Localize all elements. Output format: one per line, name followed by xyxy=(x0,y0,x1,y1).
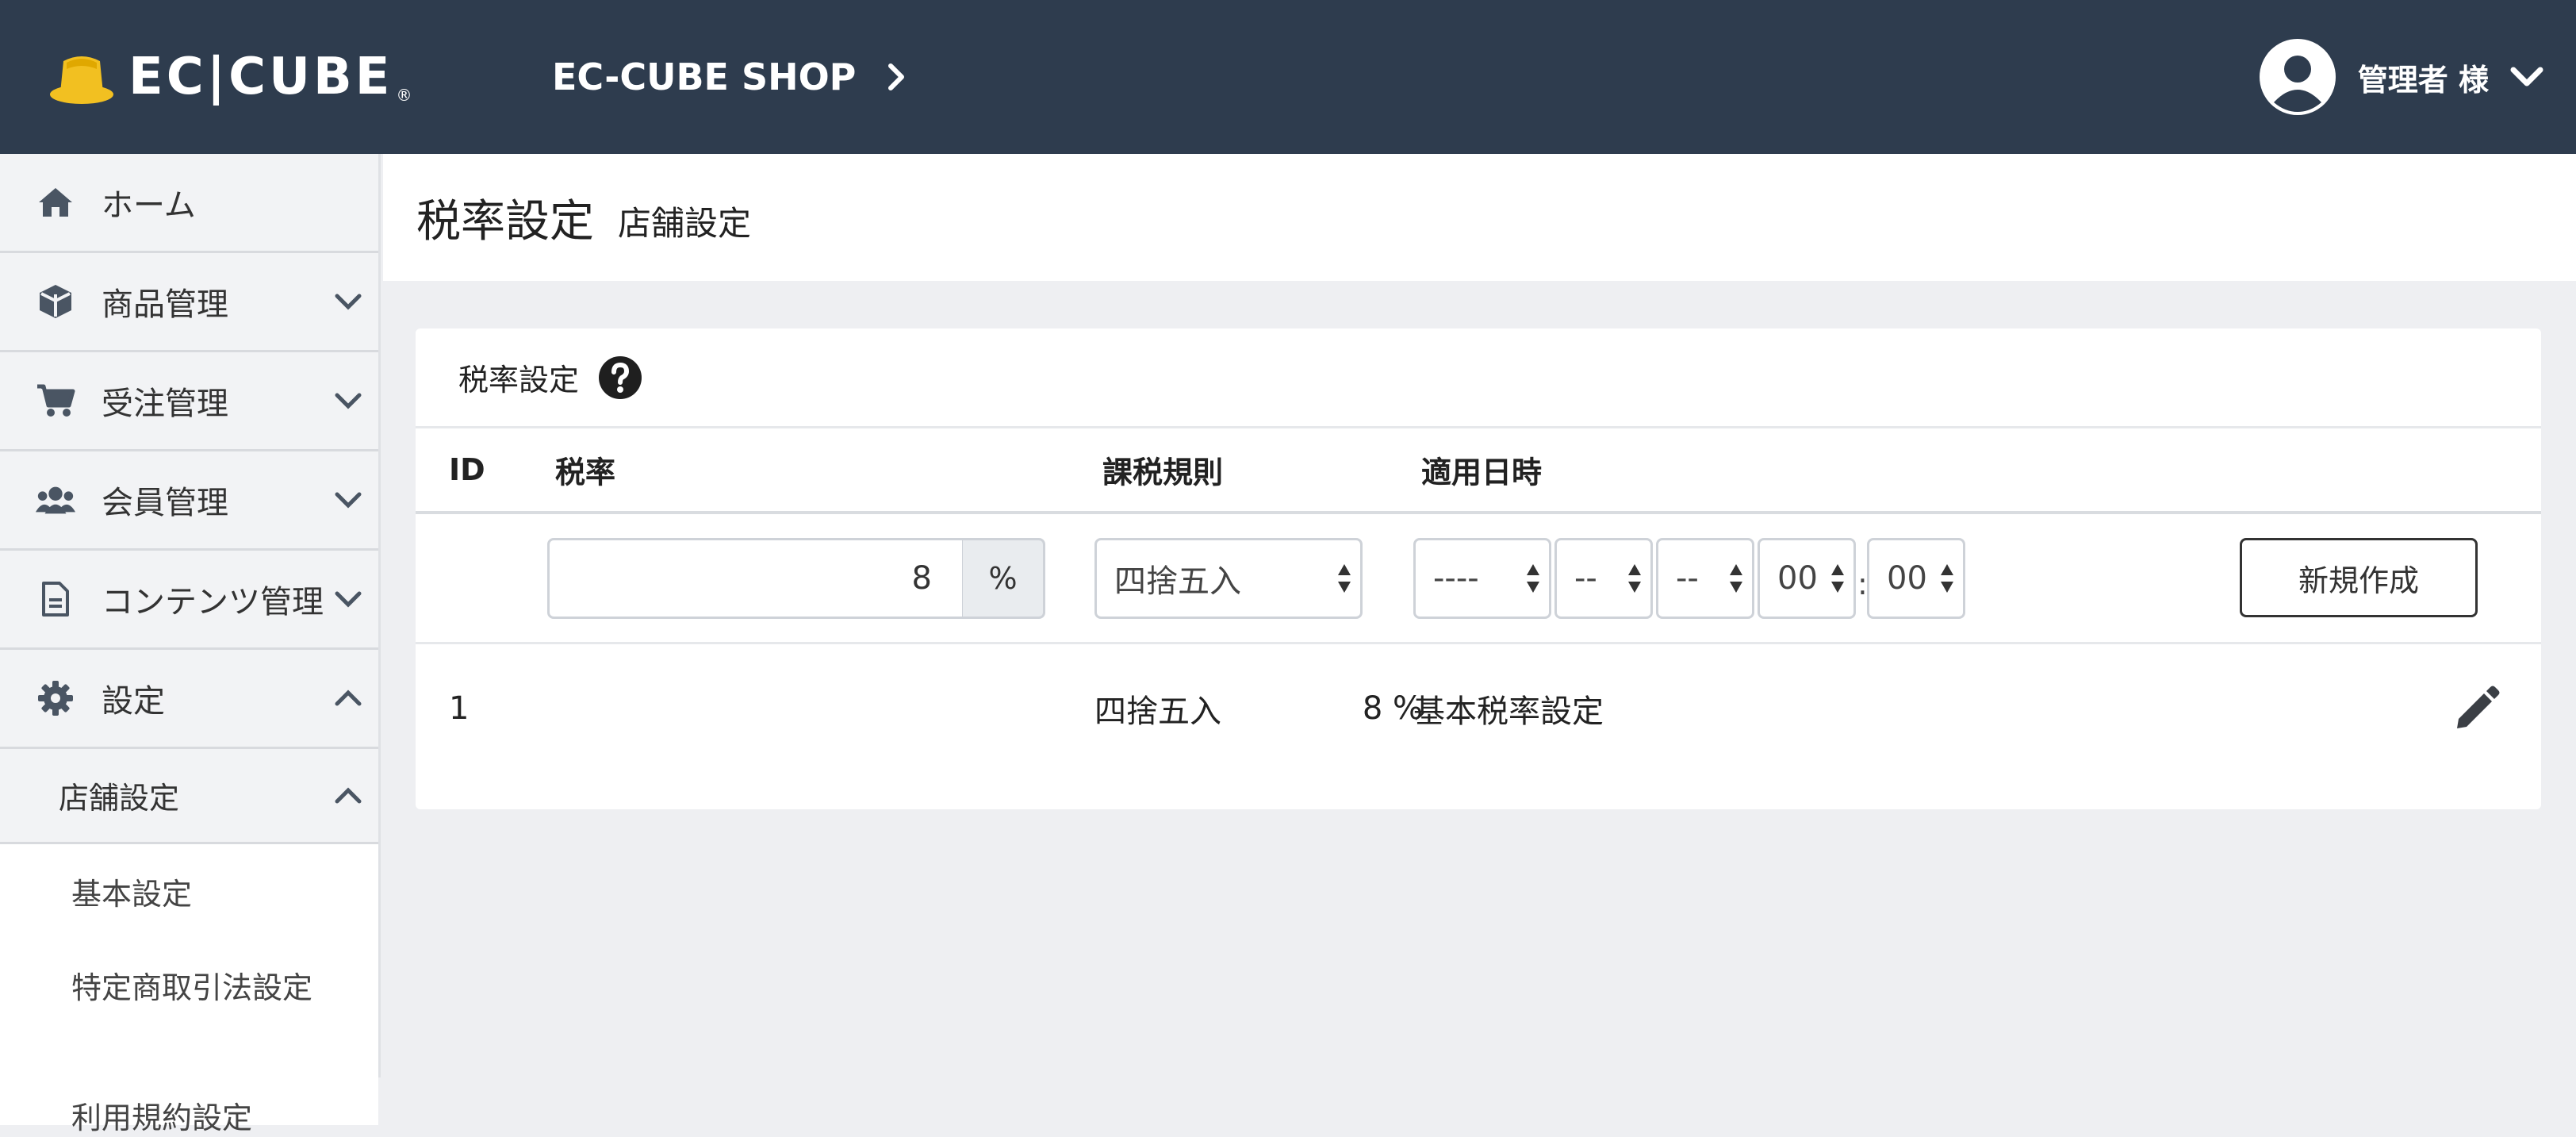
file-icon xyxy=(35,578,76,620)
row-applied: 基本税率設定 xyxy=(1413,693,1604,730)
shop-link[interactable]: EC-CUBE SHOP xyxy=(552,49,905,105)
row-rule: 四捨五入 xyxy=(1094,693,1221,730)
month-value: -- xyxy=(1574,560,1597,597)
sidebar-item-settings[interactable]: 設定 xyxy=(0,650,378,749)
tax-rate-unit: % xyxy=(963,538,1045,619)
select-arrows-icon xyxy=(1628,564,1641,593)
sidebar-item-label: 基本設定 xyxy=(71,876,193,912)
sidebar-item-contents[interactable]: コンテンツ管理 xyxy=(0,551,378,650)
chevron-down-icon xyxy=(335,492,362,509)
select-arrows-icon xyxy=(1941,564,1953,593)
page-title-bar: 税率設定 店舗設定 xyxy=(383,154,2576,281)
shop-name: EC-CUBE SHOP xyxy=(552,56,857,98)
cart-icon xyxy=(35,380,76,421)
user-name: 管理者 様 xyxy=(2357,62,2489,98)
gear-icon xyxy=(35,678,76,719)
sidebar-item-label: コンテンツ管理 xyxy=(102,584,324,620)
select-arrows-icon xyxy=(1338,564,1351,593)
time-separator: : xyxy=(1857,567,1868,601)
select-arrows-icon xyxy=(1730,564,1742,593)
sidebar-item-basic-settings[interactable]: 基本設定 xyxy=(0,844,378,938)
card-header: 税率設定 xyxy=(416,328,2541,428)
year-value: ---- xyxy=(1433,560,1479,597)
hour-select[interactable]: 00 xyxy=(1758,538,1856,619)
minute-value: 00 xyxy=(1887,560,1927,597)
sidebar-item-label: 会員管理 xyxy=(102,485,228,521)
user-menu[interactable]: 管理者 様 xyxy=(2258,33,2544,121)
day-value: -- xyxy=(1676,560,1699,597)
chevron-down-icon xyxy=(335,591,362,608)
top-header: EC|CUBE ® EC-CUBE SHOP 管理者 様 xyxy=(0,0,2576,154)
table-row: 1 8 % 四捨五入 基本税率設定 xyxy=(416,644,2541,773)
create-button[interactable]: 新規作成 xyxy=(2240,538,2478,617)
logo-text: EC|CUBE xyxy=(128,48,393,106)
minute-select[interactable]: 00 xyxy=(1867,538,1965,619)
page-subtitle: 店舗設定 xyxy=(618,203,752,243)
column-header-rule: 課税規則 xyxy=(1102,455,1224,490)
chevron-up-icon xyxy=(335,689,362,706)
hour-value: 00 xyxy=(1777,560,1818,597)
sidebar-item-label: 受注管理 xyxy=(102,386,228,422)
cube-hat-icon xyxy=(50,56,113,104)
sidebar-item-terms[interactable]: 利用規約設定 xyxy=(0,1031,378,1135)
sidebar-item-label: 商品管理 xyxy=(102,286,228,323)
sidebar-item-label: ホーム xyxy=(102,187,196,224)
edit-pencil-icon[interactable] xyxy=(2452,684,2501,733)
new-tax-rule-form: % 四捨五入 ---- -- -- 00 : 00 新規作成 xyxy=(416,514,2541,644)
sidebar-subgroup-shop-settings[interactable]: 店舗設定 xyxy=(0,749,378,844)
sidebar-item-commerce-law[interactable]: 特定商取引法設定 xyxy=(0,938,378,1031)
home-icon xyxy=(35,182,76,223)
sidebar-item-products[interactable]: 商品管理 xyxy=(0,253,378,352)
ec-cube-logo[interactable]: EC|CUBE ® xyxy=(46,41,412,113)
sidebar-item-members[interactable]: 会員管理 xyxy=(0,451,378,551)
month-select[interactable]: -- xyxy=(1554,538,1653,619)
chevron-up-icon xyxy=(335,786,362,803)
rounding-rule-select[interactable]: 四捨五入 xyxy=(1094,538,1363,619)
rounding-rule-value: 四捨五入 xyxy=(1114,563,1241,600)
users-icon xyxy=(35,479,76,520)
column-header-date: 適用日時 xyxy=(1421,455,1543,490)
select-arrows-icon xyxy=(1831,564,1844,593)
sidebar-item-orders[interactable]: 受注管理 xyxy=(0,352,378,451)
year-select[interactable]: ---- xyxy=(1413,538,1551,619)
chevron-down-icon xyxy=(2510,67,2543,86)
sidebar-item-label: 設定 xyxy=(102,683,165,720)
tax-rate-input[interactable] xyxy=(547,538,964,619)
sidebar-item-label: 利用規約設定 xyxy=(71,1101,253,1135)
page-title: 税率設定 xyxy=(416,195,594,248)
column-header-rate: 税率 xyxy=(555,455,616,490)
table-header: ID 税率 課税規則 適用日時 xyxy=(416,428,2541,514)
column-header-id: ID xyxy=(449,452,485,487)
tax-rate-card: 税率設定 ID 税率 課税規則 適用日時 % 四捨五入 ---- -- xyxy=(416,328,2541,809)
sidebar-subgroup-label: 店舗設定 xyxy=(59,781,180,816)
help-icon[interactable] xyxy=(598,355,642,400)
sidebar-item-label: 特定商取引法設定 xyxy=(71,970,313,1005)
user-avatar-icon xyxy=(2259,39,2336,115)
day-select[interactable]: -- xyxy=(1656,538,1754,619)
sidebar-item-home[interactable]: ホーム xyxy=(0,154,378,253)
logo-registered-mark: ® xyxy=(396,86,412,105)
select-arrows-icon xyxy=(1527,564,1539,593)
sidebar: ホーム 商品管理 受注管理 会員管理 コンテンツ管理 設定 店舗設定 基本設定 … xyxy=(0,154,381,1135)
chevron-down-icon xyxy=(335,393,362,409)
chevron-right-icon xyxy=(888,63,905,90)
card-title: 税率設定 xyxy=(458,363,580,398)
chevron-down-icon xyxy=(335,294,362,310)
row-id: 1 xyxy=(449,690,470,727)
box-icon xyxy=(35,281,76,322)
